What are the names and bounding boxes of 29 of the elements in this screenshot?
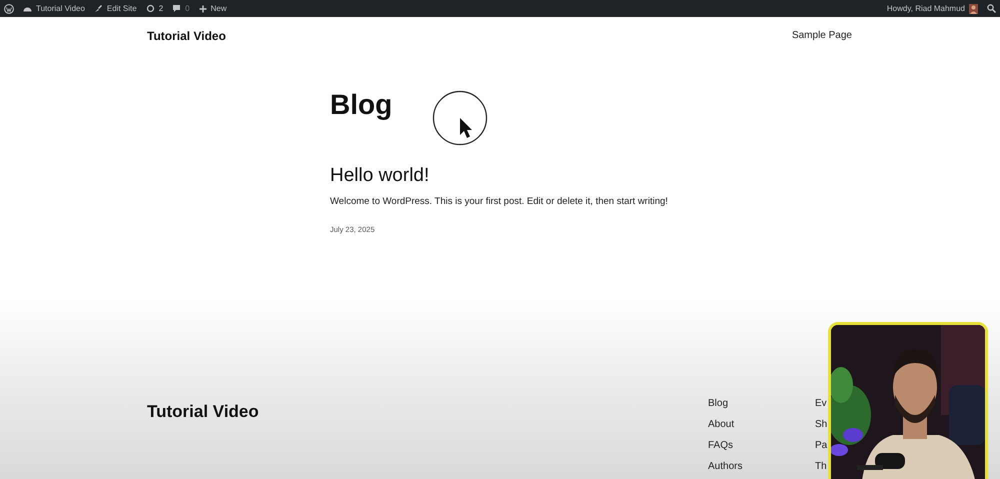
footer-link[interactable]: Authors [708, 460, 742, 474]
edit-site-link[interactable]: Edit Site [106, 4, 137, 13]
updates-count[interactable]: 2 [158, 4, 164, 13]
footer-link[interactable]: FAQs [708, 439, 734, 453]
site-title[interactable]: Tutorial Video [147, 28, 226, 42]
nav-link[interactable]: Sample Page [792, 30, 852, 41]
footer-link[interactable]: About [708, 418, 734, 432]
post-title[interactable]: Hello world! [330, 164, 430, 187]
footer-link[interactable]: Pa [815, 439, 828, 453]
footer-link[interactable]: Th [815, 460, 827, 474]
footer-link[interactable]: Sh [815, 418, 828, 432]
greeting-link[interactable]: Howdy, Riad Mahmud [886, 4, 965, 13]
wordpress-logo-icon[interactable] [4, 4, 14, 14]
comment-icon[interactable] [172, 4, 182, 13]
brush-icon[interactable] [94, 4, 103, 13]
search-icon[interactable] [987, 4, 996, 13]
comments-count[interactable]: 0 [185, 4, 190, 13]
site-link[interactable]: Tutorial Video [36, 4, 85, 13]
footer-link[interactable]: Ev [815, 397, 827, 411]
dashboard-icon[interactable] [23, 5, 32, 12]
new-link[interactable]: New [210, 4, 227, 13]
footer-link[interactable]: Blog [708, 397, 728, 411]
updates-icon[interactable] [146, 4, 155, 13]
avatar-icon[interactable] [969, 4, 978, 14]
footer-site-title[interactable]: Tutorial Video [147, 402, 259, 422]
page-title: Blog [330, 88, 392, 122]
plus-icon[interactable] [198, 4, 207, 12]
post-excerpt: Welcome to WordPress. This is your first post. Edit or delete it, then start writing! [330, 195, 668, 209]
cursor-highlight-drawing [432, 90, 488, 146]
